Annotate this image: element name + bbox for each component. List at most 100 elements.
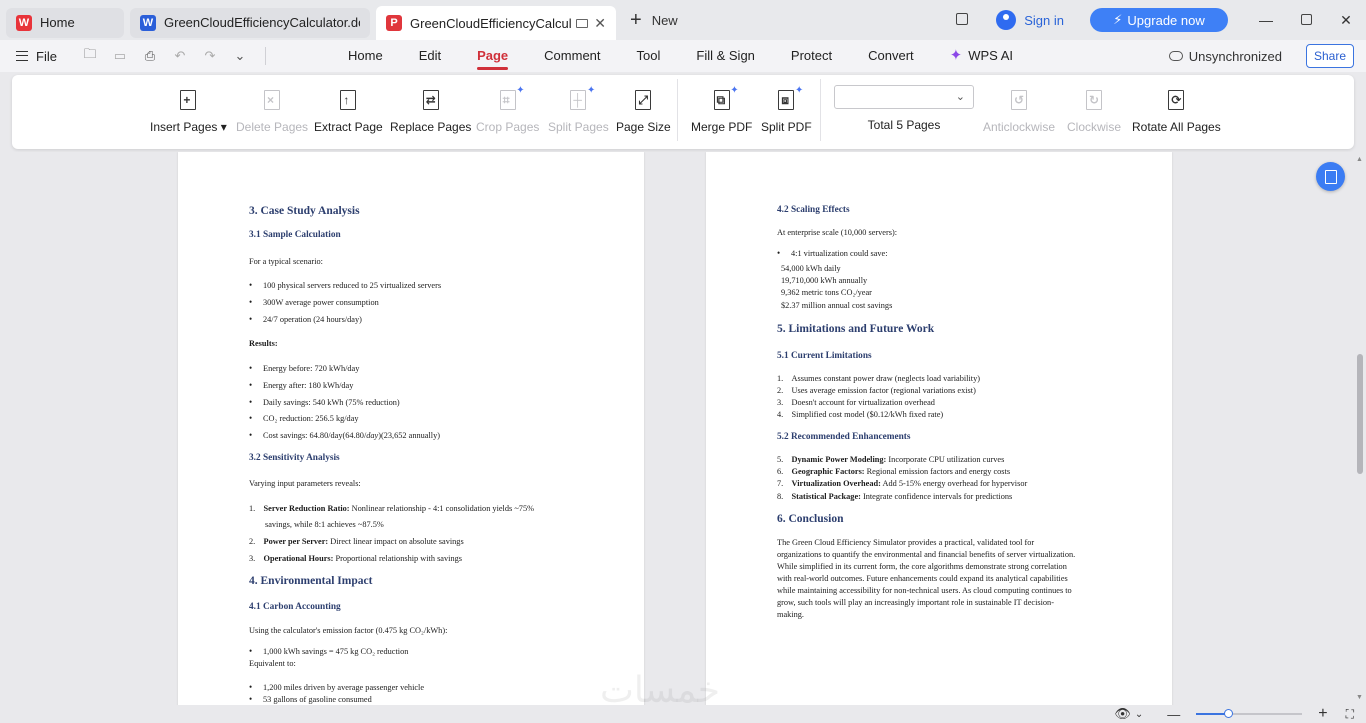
- text-run: Geographic Factors:: [791, 467, 865, 476]
- scroll-up-icon[interactable]: ▲: [1356, 156, 1363, 163]
- text-run: Doesn't account for virtualization overh…: [791, 398, 935, 407]
- save-icon[interactable]: ▭: [113, 48, 127, 63]
- undo-icon[interactable]: ↶: [173, 48, 187, 63]
- heading-sensitivity: 3.2 Sensitivity Analysis: [249, 453, 340, 463]
- document-viewport[interactable]: 3. Case Study Analysis 3.1 Sample Calcul…: [0, 152, 1366, 705]
- tab-home[interactable]: W Home: [6, 7, 124, 38]
- tab-docx[interactable]: W GreenCloudEfficiencyCalculator.docx: [130, 7, 370, 38]
- title-bar: W Home W GreenCloudEfficiencyCalculator.…: [0, 0, 1366, 40]
- sign-in-button[interactable]: Sign in: [996, 10, 1064, 30]
- text-run: Statistical Package:: [791, 492, 861, 501]
- page-select-dropdown[interactable]: ⌄: [834, 85, 974, 109]
- status-bar: 👁 ⌄ — + ⛶: [0, 705, 1366, 723]
- tab-page[interactable]: Page: [459, 40, 526, 72]
- crop-page-icon: ⌗ ✦: [497, 85, 525, 111]
- scroll-down-icon[interactable]: ▼: [1356, 694, 1363, 701]
- tab-pdf-active[interactable]: P GreenCloudEfficiencyCalculator.pdf ✕: [376, 6, 616, 40]
- list-item: 1. Assumes constant power draw (neglects…: [777, 374, 981, 383]
- zoom-slider[interactable]: [1196, 709, 1303, 718]
- page-size-label: Page Size: [616, 120, 671, 134]
- vertical-scrollbar[interactable]: ▲ ▼: [1354, 152, 1366, 705]
- open-folder-icon[interactable]: 🗀: [83, 46, 97, 63]
- clockwise-label: Clockwise: [1067, 120, 1122, 134]
- ribbon-divider: [820, 79, 821, 141]
- insert-pages-button[interactable]: + Insert Pages ▾: [150, 89, 227, 134]
- pdf-page-left: 3. Case Study Analysis 3.1 Sample Calcul…: [178, 152, 644, 705]
- text-run: Regional emission factors and energy cos…: [864, 467, 1011, 476]
- list-item: 24/7 operation (24 hours/day): [249, 314, 362, 325]
- heading-current-limitations: 5.1 Current Limitations: [777, 351, 872, 361]
- heading-case-study: 3. Case Study Analysis: [249, 205, 360, 217]
- delete-pages-button[interactable]: × Delete Pages: [236, 89, 308, 134]
- new-tab-label: New: [651, 12, 678, 28]
- text-run: Add 5-15% energy overhead for hypervisor: [880, 479, 1028, 488]
- monitor-icon[interactable]: [576, 18, 589, 28]
- file-menu[interactable]: File: [16, 49, 57, 64]
- wps-logo-icon: W: [16, 14, 32, 31]
- rotate-all-pages-button[interactable]: ⟳ Rotate All Pages: [1132, 89, 1221, 134]
- zoom-slider-knob[interactable]: [1224, 709, 1234, 718]
- tab-tool[interactable]: Tool: [619, 40, 679, 72]
- list-number: 3.: [249, 554, 256, 563]
- zoom-in-button[interactable]: +: [1318, 705, 1327, 723]
- replace-pages-button[interactable]: ⇄ Replace Pages: [390, 89, 471, 134]
- list-item: 53 gallons of gasoline consumed: [249, 694, 372, 705]
- share-button[interactable]: Share: [1305, 44, 1354, 68]
- heading-scaling-effects: 4.2 Scaling Effects: [777, 205, 850, 215]
- pdf-doc-icon: P: [386, 15, 402, 31]
- rotate-clockwise-button[interactable]: ↻ Clockwise: [1067, 89, 1121, 134]
- tab-overview-icon[interactable]: [942, 12, 982, 28]
- new-tab-button[interactable]: + New: [630, 9, 678, 32]
- chevron-down-icon[interactable]: ⌄: [233, 48, 247, 63]
- print-icon[interactable]: ⎙: [143, 48, 157, 63]
- tab-convert[interactable]: Convert: [850, 40, 932, 72]
- list-subitem: 9,362 metric tons CO₂/year: [781, 288, 872, 297]
- maximize-button[interactable]: [1286, 12, 1326, 28]
- tab-fill-sign[interactable]: Fill & Sign: [678, 40, 773, 72]
- list-item: 1,000 kWh savings = 475 kg CO₂ reduction: [249, 646, 408, 657]
- ribbon-divider: [677, 79, 678, 141]
- rotate-all-icon: ⟳: [1165, 89, 1187, 111]
- tab-edit[interactable]: Edit: [401, 40, 459, 72]
- anticlockwise-label: Anticlockwise: [983, 120, 1056, 134]
- zoom-out-button[interactable]: —: [1167, 707, 1180, 722]
- tab-home-menu[interactable]: Home: [330, 40, 401, 72]
- upgrade-button[interactable]: ⚡ Upgrade now: [1090, 8, 1228, 32]
- rotate-anticlockwise-button[interactable]: ↺ Anticlockwise: [983, 89, 1055, 134]
- scrollbar-thumb[interactable]: [1357, 354, 1363, 474]
- chevron-down-icon[interactable]: ⌄: [1135, 709, 1143, 720]
- floating-page-tool-button[interactable]: [1316, 162, 1345, 191]
- tab-wps-ai[interactable]: ✦ WPS AI: [932, 40, 1031, 72]
- extract-page-button[interactable]: ↑ Extract Page: [314, 89, 383, 134]
- paragraph: savings, while 8:1 achieves ~87.5%: [265, 520, 384, 529]
- close-tab-icon[interactable]: ✕: [594, 15, 606, 32]
- lightning-icon: ⚡: [1113, 12, 1123, 27]
- unsync-status[interactable]: Unsynchronized: [1168, 49, 1282, 64]
- ai-sparkle-icon: ✦: [949, 47, 963, 64]
- close-window-button[interactable]: ✕: [1326, 12, 1366, 29]
- tab-protect[interactable]: Protect: [773, 40, 850, 72]
- page-size-button[interactable]: ⤢ Page Size: [616, 89, 671, 134]
- list-number: 2.: [249, 537, 256, 546]
- split-pdf-button[interactable]: ⧈ ✦ Split PDF: [761, 85, 812, 134]
- redo-icon[interactable]: ↷: [203, 48, 217, 63]
- replace-page-icon: ⇄: [420, 89, 442, 111]
- tab-label: GreenCloudEfficiencyCalculator.pdf: [410, 15, 572, 31]
- minimize-button[interactable]: —: [1246, 12, 1286, 28]
- total-pages-label: Total 5 Pages: [867, 118, 941, 132]
- text-run: Dynamic Power Modeling:: [791, 455, 887, 464]
- eye-icon[interactable]: 👁: [1114, 706, 1131, 722]
- list-item: 1,200 miles driven by average passenger …: [249, 682, 424, 693]
- text-run: day: [366, 431, 379, 440]
- menu-bar: File 🗀 ▭ ⎙ ↶ ↷ ⌄ Home Edit Page Comment …: [0, 40, 1366, 72]
- text-run: Simplified cost model ($0.12/kWh fixed r…: [791, 410, 944, 419]
- tab-comment[interactable]: Comment: [526, 40, 618, 72]
- crop-pages-button[interactable]: ⌗ ✦ Crop Pages: [476, 85, 539, 134]
- cloud-icon: [1168, 51, 1183, 61]
- list-item: 7. Virtualization Overhead: Add 5-15% en…: [777, 479, 1028, 488]
- split-pages-button[interactable]: ┼ ✦ Split Pages: [548, 85, 609, 134]
- extract-page-icon: ↑: [337, 89, 359, 111]
- fit-page-icon[interactable]: ⛶: [1346, 707, 1354, 722]
- list-item: 4. Simplified cost model ($0.12/kWh fixe…: [777, 410, 944, 419]
- merge-pdf-button[interactable]: ⧉ ✦ Merge PDF: [691, 85, 752, 134]
